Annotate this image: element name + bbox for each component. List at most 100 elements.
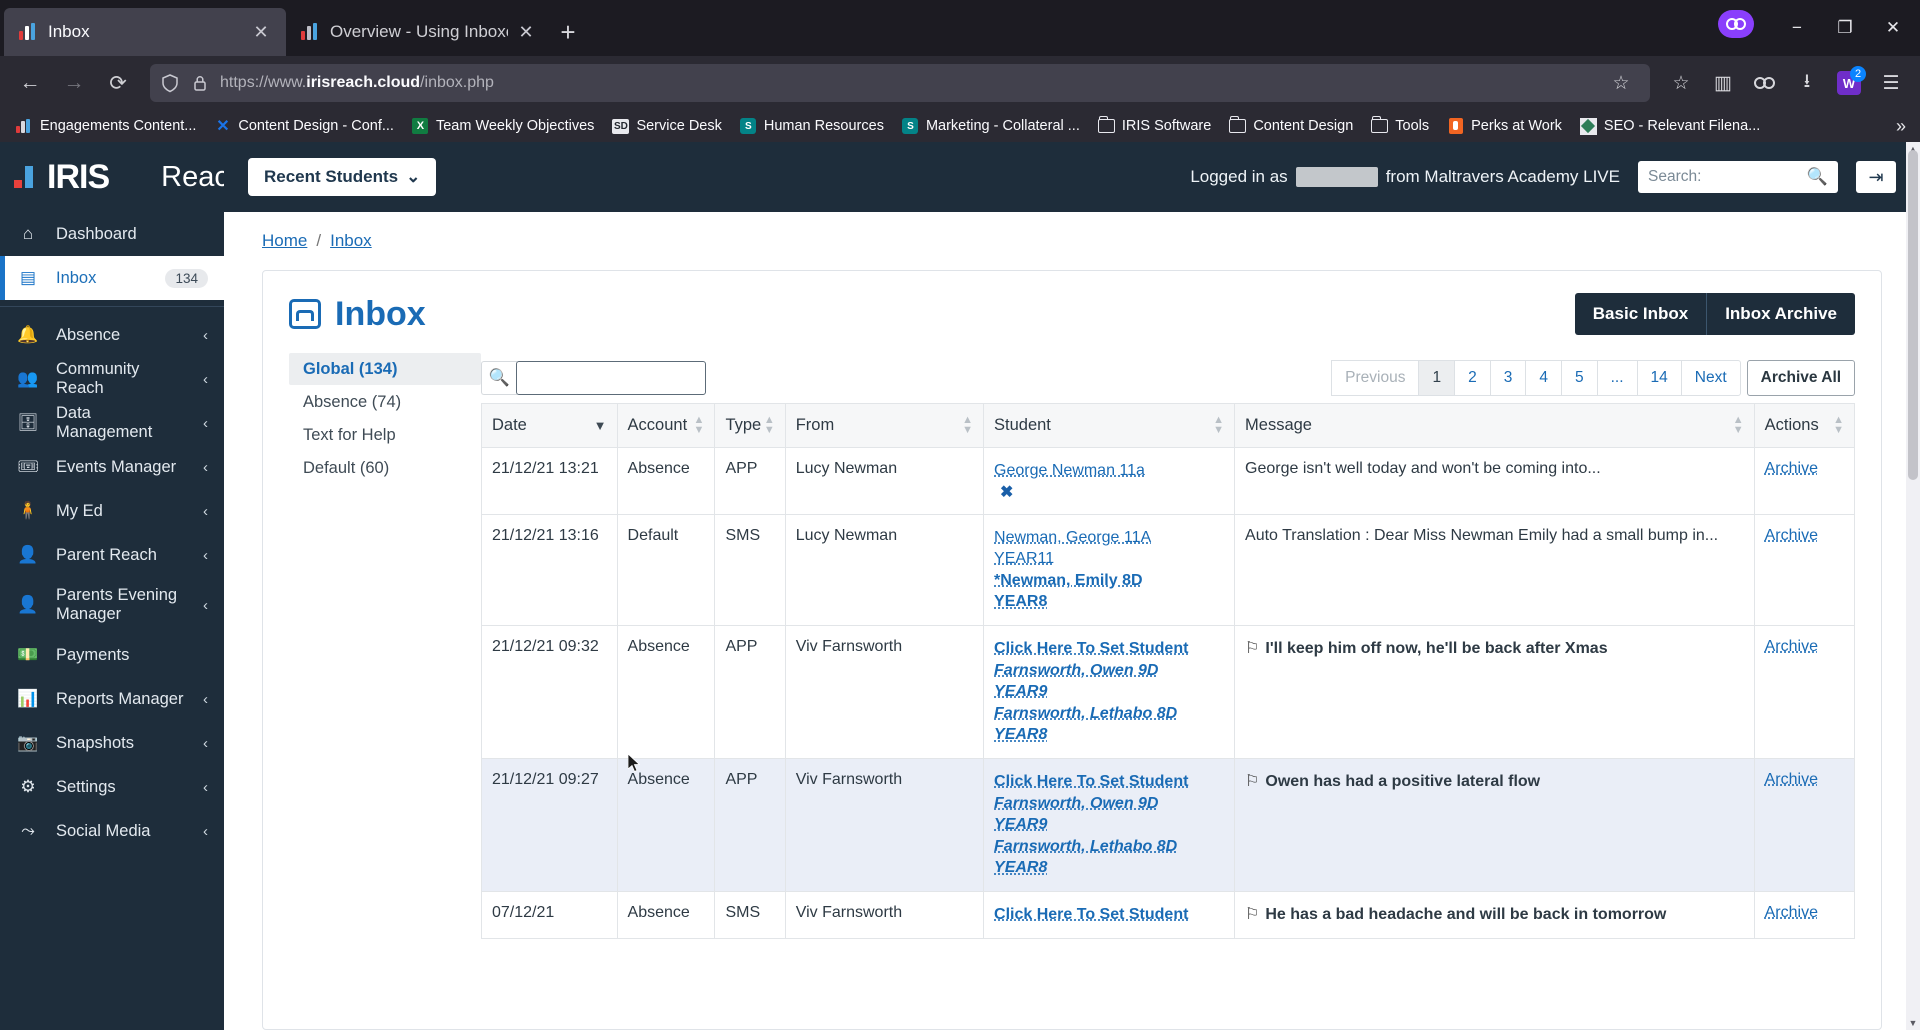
- remove-student-icon[interactable]: ✖: [1000, 484, 1013, 501]
- table-row[interactable]: 21/12/21 13:16 Default SMS Lucy Newman Newma…: [481, 513, 1856, 626]
- student-link[interactable]: YEAR9: [994, 814, 1224, 836]
- student-link[interactable]: YEAR11: [994, 548, 1224, 570]
- sidebar-item-parent-reach[interactable]: 👤 Parent Reach ‹: [0, 533, 224, 577]
- lock-icon[interactable]: [190, 73, 210, 93]
- minimize-button[interactable]: −: [1774, 10, 1820, 46]
- table-row[interactable]: 07/12/21 Absence SMS Viv Farnsworth Click He…: [481, 890, 1856, 939]
- column-header-from[interactable]: From ▲ ▼: [784, 403, 985, 448]
- sidebar-item-reports-manager[interactable]: 📊 Reports Manager ‹: [0, 677, 224, 721]
- pagination-page-4[interactable]: 4: [1525, 360, 1561, 396]
- account-pill-icon[interactable]: [1718, 10, 1754, 38]
- logout-icon[interactable]: ⇥: [1856, 161, 1896, 193]
- bookmark-team-weekly-objectives[interactable]: X Team Weekly Objectives: [404, 114, 602, 139]
- url-bar[interactable]: https://www.irisreach.cloud/inbox.php ☆: [150, 64, 1650, 102]
- table-row[interactable]: 21/12/21 13:21 Absence APP Lucy Newman Georg…: [481, 447, 1856, 515]
- bookmark-content-design-conf[interactable]: ✕ Content Design - Conf...: [206, 114, 402, 139]
- filter-default[interactable]: Default (60): [289, 452, 481, 484]
- bookmark-tools[interactable]: Tools: [1363, 114, 1437, 139]
- column-header-student[interactable]: Student ▲ ▼: [983, 403, 1236, 448]
- student-link[interactable]: Farnsworth, Lethabo 8D: [994, 836, 1224, 858]
- close-icon[interactable]: ✕: [250, 23, 272, 41]
- bookmark-service-desk[interactable]: SD Service Desk: [604, 114, 729, 139]
- pagination-previous[interactable]: Previous: [1331, 360, 1419, 396]
- new-tab-button[interactable]: +: [548, 12, 588, 52]
- student-link[interactable]: Farnsworth, Lethabo 8D: [994, 703, 1224, 725]
- bookmark-seo-relevant-filenames[interactable]: SEO - Relevant Filena...: [1572, 114, 1768, 139]
- bookmark-engagements-content[interactable]: Engagements Content...: [8, 114, 204, 139]
- shield-icon[interactable]: [160, 73, 180, 93]
- back-icon[interactable]: ←: [10, 63, 50, 103]
- pagination-page-1[interactable]: 1: [1418, 360, 1455, 396]
- sidebar-item-data-management[interactable]: 🗄 Data Management ‹: [0, 401, 224, 445]
- breadcrumb-home[interactable]: Home: [262, 231, 307, 251]
- bookmarks-overflow-icon[interactable]: »: [1896, 116, 1912, 137]
- student-link[interactable]: Newman, George 11A: [994, 527, 1224, 549]
- student-link[interactable]: Click Here To Set Student: [994, 638, 1224, 660]
- student-link[interactable]: Click Here To Set Student: [994, 771, 1224, 793]
- bookmark-marketing-collateral[interactable]: S Marketing - Collateral ...: [894, 114, 1088, 139]
- bookmark-star-icon[interactable]: ☆: [1602, 64, 1640, 102]
- archive-link[interactable]: Archive: [1765, 904, 1818, 921]
- sidebar-item-social-media[interactable]: ⤳ Social Media ‹: [0, 809, 224, 853]
- browser-tab-inbox[interactable]: Inbox ✕: [4, 8, 286, 56]
- close-window-button[interactable]: ✕: [1870, 10, 1916, 46]
- filter-absence[interactable]: Absence (74): [289, 386, 481, 418]
- close-icon[interactable]: ✕: [518, 23, 534, 41]
- filter-text-for-help[interactable]: Text for Help: [289, 419, 481, 451]
- brand-logo[interactable]: IRIS Reach: [0, 142, 245, 212]
- save-to-pocket-icon[interactable]: ☆: [1662, 64, 1700, 102]
- scroll-down-icon[interactable]: ▼: [1906, 1016, 1920, 1030]
- sidebar-item-payments[interactable]: 💵 Payments: [0, 633, 224, 677]
- scrollbar-thumb[interactable]: [1908, 150, 1918, 480]
- search-input[interactable]: Search: 🔍: [1638, 161, 1838, 193]
- menu-icon[interactable]: ☰: [1872, 64, 1910, 102]
- page-scrollbar[interactable]: ▲ ▼: [1906, 142, 1920, 1030]
- archive-link[interactable]: Archive: [1765, 638, 1818, 655]
- sidebar-item-absence[interactable]: 🔔 Absence ‹: [0, 313, 224, 357]
- student-link[interactable]: *Newman, Emily 8D: [994, 570, 1224, 592]
- pagination-page-2[interactable]: 2: [1454, 360, 1490, 396]
- student-link[interactable]: YEAR8: [994, 857, 1224, 879]
- reload-icon[interactable]: ⟳: [98, 63, 138, 103]
- pagination-page-3[interactable]: 3: [1489, 360, 1526, 396]
- sidebar-item-community-reach[interactable]: 👥 Community Reach ‹: [0, 357, 224, 401]
- student-link[interactable]: Farnsworth, Owen 9D: [994, 793, 1224, 815]
- sidebar-item-parents-evening-manager[interactable]: 👤 Parents Evening Manager ‹: [0, 577, 224, 633]
- student-link[interactable]: YEAR8: [994, 724, 1224, 746]
- student-link[interactable]: YEAR8: [994, 591, 1224, 613]
- column-header-actions[interactable]: Actions ▲ ▼: [1753, 403, 1856, 448]
- pagination-page-5[interactable]: 5: [1560, 360, 1597, 396]
- sidebar-item-settings[interactable]: ⚙ Settings ‹: [0, 765, 224, 809]
- sidebar-item-dashboard[interactable]: ⌂ Dashboard: [0, 212, 224, 256]
- browser-tab-overview[interactable]: Overview - Using Inboxes – IRIS ✕: [286, 8, 548, 56]
- sidebar-item-events-manager[interactable]: 🎟 Events Manager ‹: [0, 445, 224, 489]
- column-header-account[interactable]: Account ▲ ▼: [616, 403, 716, 448]
- downloads-icon[interactable]: ⭳: [1788, 64, 1826, 102]
- column-header-message[interactable]: Message ▲ ▼: [1234, 403, 1755, 448]
- student-link[interactable]: Click Here To Set Student: [994, 904, 1224, 926]
- maximize-button[interactable]: ❐: [1822, 10, 1868, 46]
- student-link[interactable]: George Newman 11a: [994, 460, 1224, 482]
- forward-icon[interactable]: →: [54, 63, 94, 103]
- account-icon[interactable]: W 2: [1830, 64, 1868, 102]
- recent-students-dropdown[interactable]: Recent Students ⌄: [248, 158, 437, 196]
- archive-link[interactable]: Archive: [1765, 771, 1818, 788]
- basic-inbox-button[interactable]: Basic Inbox: [1574, 293, 1707, 335]
- breadcrumb-current[interactable]: Inbox: [330, 231, 372, 251]
- pagination-next[interactable]: Next: [1680, 360, 1741, 396]
- search-icon[interactable]: 🔍: [1807, 167, 1828, 187]
- table-row[interactable]: 21/12/21 09:27 Absence APP Viv Farnsworth Cl…: [481, 757, 1856, 892]
- pagination-page-14[interactable]: 14: [1636, 360, 1681, 396]
- bookmark-iris-software[interactable]: IRIS Software: [1090, 114, 1219, 139]
- archive-link[interactable]: Archive: [1765, 527, 1818, 544]
- column-header-type[interactable]: Type ▲ ▼: [714, 403, 786, 448]
- archive-all-button[interactable]: Archive All: [1746, 360, 1856, 396]
- column-header-date[interactable]: Date ▼: [481, 403, 618, 448]
- inbox-archive-button[interactable]: Inbox Archive: [1706, 293, 1855, 335]
- table-search-input[interactable]: [516, 361, 706, 395]
- archive-link[interactable]: Archive: [1765, 460, 1818, 477]
- sidebar-item-my-ed[interactable]: 🧍 My Ed ‹: [0, 489, 224, 533]
- sidebar-item-snapshots[interactable]: 📷 Snapshots ‹: [0, 721, 224, 765]
- student-link[interactable]: YEAR9: [994, 681, 1224, 703]
- extension-icon[interactable]: [1746, 64, 1784, 102]
